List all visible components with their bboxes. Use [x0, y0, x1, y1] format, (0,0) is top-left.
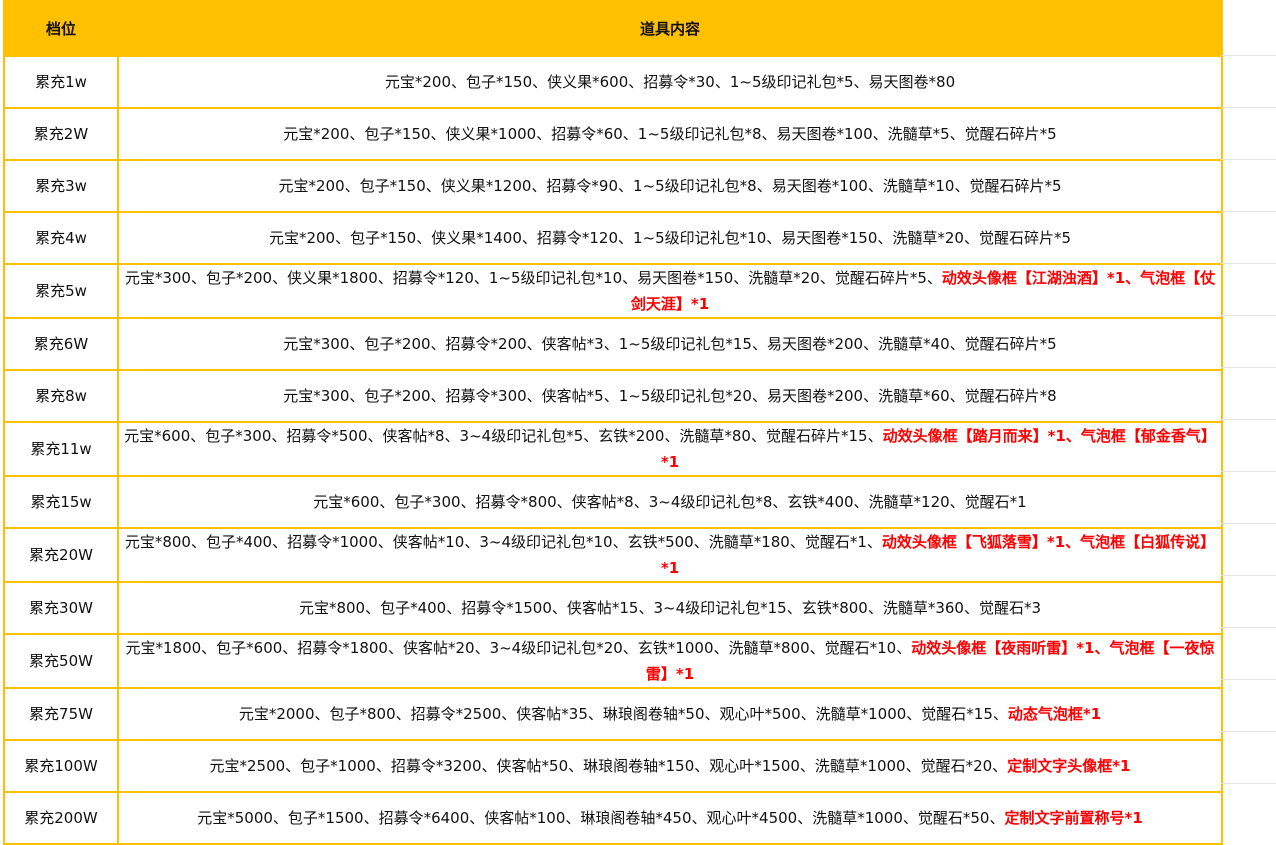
gridline: [1221, 211, 1276, 212]
table-row: 累充4w 元宝*200、包子*150、侠义果*1400、招募令*120、1~5级…: [3, 211, 1223, 265]
reward-table: 档位 道具内容 累充1w 元宝*200、包子*150、侠义果*600、招募令*3…: [3, 0, 1223, 845]
gridline: [1221, 679, 1276, 680]
gridline: [1221, 419, 1276, 420]
items-text: 元宝*800、包子*400、招募令*1500、侠客帖*15、3~4级印记礼包*1…: [298, 599, 1042, 617]
items-text: 元宝*800、包子*400、招募令*1000、侠客帖*10、3~4级印记礼包*1…: [124, 533, 882, 551]
items-text: 元宝*600、包子*300、招募令*500、侠客帖*8、3~4级印记礼包*5、玄…: [124, 427, 883, 445]
tier-cell: 累充15w: [3, 475, 119, 529]
gridline: [1221, 731, 1276, 732]
items-highlight: 动态气泡框*1: [1007, 705, 1102, 723]
items-cell: 元宝*200、包子*150、侠义果*1000、招募令*60、1~5级印记礼包*8…: [117, 107, 1223, 161]
items-cell: 元宝*300、包子*200、侠义果*1800、招募令*120、1~5级印记礼包*…: [117, 263, 1223, 319]
items-text: 元宝*600、包子*300、招募令*800、侠客帖*8、3~4级印记礼包*8、玄…: [313, 493, 1027, 511]
header-tier: 档位: [3, 0, 119, 57]
tier-cell: 累充20W: [3, 527, 119, 583]
gridline: [1221, 263, 1276, 264]
table-row: 累充30W 元宝*800、包子*400、招募令*1500、侠客帖*15、3~4级…: [3, 581, 1223, 635]
table-row: 累充5w 元宝*300、包子*200、侠义果*1800、招募令*120、1~5级…: [3, 263, 1223, 319]
items-text: 元宝*200、包子*150、侠义果*1200、招募令*90、1~5级印记礼包*8…: [278, 177, 1062, 195]
table-row: 累充8w 元宝*300、包子*200、招募令*300、侠客帖*5、1~5级印记礼…: [3, 369, 1223, 423]
items-highlight: 定制文字前置称号*1: [1004, 809, 1143, 827]
tier-cell: 累充8w: [3, 369, 119, 423]
gridline: [1221, 575, 1276, 576]
items-cell: 元宝*5000、包子*1500、招募令*6400、侠客帖*100、琳琅阁卷轴*4…: [117, 791, 1223, 845]
items-text: 元宝*300、包子*200、侠义果*1800、招募令*120、1~5级印记礼包*…: [124, 269, 942, 287]
gridline: [1221, 523, 1276, 524]
tier-cell: 累充75W: [3, 687, 119, 741]
items-text: 元宝*2000、包子*800、招募令*2500、侠客帖*35、琳琅阁卷轴*50、…: [238, 705, 1008, 723]
items-text: 元宝*200、包子*150、侠义果*600、招募令*30、1~5级印记礼包*5、…: [384, 73, 956, 91]
items-cell: 元宝*800、包子*400、招募令*1000、侠客帖*10、3~4级印记礼包*1…: [117, 527, 1223, 583]
tier-cell: 累充6W: [3, 317, 119, 371]
tier-cell: 累充50W: [3, 633, 119, 689]
items-cell: 元宝*2500、包子*1000、招募令*3200、侠客帖*50、琳琅阁卷轴*15…: [117, 739, 1223, 793]
items-cell: 元宝*600、包子*300、招募令*800、侠客帖*8、3~4级印记礼包*8、玄…: [117, 475, 1223, 529]
table-row: 累充1w 元宝*200、包子*150、侠义果*600、招募令*30、1~5级印记…: [3, 55, 1223, 109]
table-row: 累充75W 元宝*2000、包子*800、招募令*2500、侠客帖*35、琳琅阁…: [3, 687, 1223, 741]
header-row: 档位 道具内容: [3, 0, 1223, 57]
gridline: [1221, 783, 1276, 784]
tier-cell: 累充1w: [3, 55, 119, 109]
gridline: [1221, 315, 1276, 316]
table-row: 累充15w 元宝*600、包子*300、招募令*800、侠客帖*8、3~4级印记…: [3, 475, 1223, 529]
tier-cell: 累充5w: [3, 263, 119, 319]
items-cell: 元宝*2000、包子*800、招募令*2500、侠客帖*35、琳琅阁卷轴*50、…: [117, 687, 1223, 741]
tier-cell: 累充200W: [3, 791, 119, 845]
tier-cell: 累充100W: [3, 739, 119, 793]
items-cell: 元宝*800、包子*400、招募令*1500、侠客帖*15、3~4级印记礼包*1…: [117, 581, 1223, 635]
items-cell: 元宝*1800、包子*600、招募令*1800、侠客帖*20、3~4级印记礼包*…: [117, 633, 1223, 689]
items-text: 元宝*1800、包子*600、招募令*1800、侠客帖*20、3~4级印记礼包*…: [125, 639, 912, 657]
gridline: [1221, 159, 1276, 160]
gridline: [1221, 55, 1276, 56]
items-text: 元宝*5000、包子*1500、招募令*6400、侠客帖*100、琳琅阁卷轴*4…: [197, 809, 1005, 827]
items-text: 元宝*2500、包子*1000、招募令*3200、侠客帖*50、琳琅阁卷轴*15…: [209, 757, 1008, 775]
gridline: [1221, 627, 1276, 628]
gridline: [1221, 367, 1276, 368]
table-row: 累充20W 元宝*800、包子*400、招募令*1000、侠客帖*10、3~4级…: [3, 527, 1223, 583]
items-text: 元宝*300、包子*200、招募令*200、侠客帖*3、1~5级印记礼包*15、…: [283, 335, 1057, 353]
tier-cell: 累充4w: [3, 211, 119, 265]
tier-cell: 累充30W: [3, 581, 119, 635]
tier-cell: 累充3w: [3, 159, 119, 213]
items-cell: 元宝*300、包子*200、招募令*300、侠客帖*5、1~5级印记礼包*20、…: [117, 369, 1223, 423]
table-row: 累充100W 元宝*2500、包子*1000、招募令*3200、侠客帖*50、琳…: [3, 739, 1223, 793]
items-cell: 元宝*200、包子*150、侠义果*1200、招募令*90、1~5级印记礼包*8…: [117, 159, 1223, 213]
items-cell: 元宝*200、包子*150、侠义果*600、招募令*30、1~5级印记礼包*5、…: [117, 55, 1223, 109]
items-cell: 元宝*300、包子*200、招募令*200、侠客帖*3、1~5级印记礼包*15、…: [117, 317, 1223, 371]
items-highlight: 定制文字头像框*1: [1007, 757, 1131, 775]
table-row: 累充3w 元宝*200、包子*150、侠义果*1200、招募令*90、1~5级印…: [3, 159, 1223, 213]
tier-cell: 累充11w: [3, 421, 119, 477]
items-cell: 元宝*600、包子*300、招募令*500、侠客帖*8、3~4级印记礼包*5、玄…: [117, 421, 1223, 477]
items-text: 元宝*300、包子*200、招募令*300、侠客帖*5、1~5级印记礼包*20、…: [283, 387, 1057, 405]
sheet-gridlines: [1221, 0, 1276, 837]
gridline: [1221, 107, 1276, 108]
header-content: 道具内容: [117, 0, 1223, 57]
table-row: 累充2W 元宝*200、包子*150、侠义果*1000、招募令*60、1~5级印…: [3, 107, 1223, 161]
gridline: [1221, 471, 1276, 472]
table-row: 累充200W 元宝*5000、包子*1500、招募令*6400、侠客帖*100、…: [3, 791, 1223, 845]
table-row: 累充50W 元宝*1800、包子*600、招募令*1800、侠客帖*20、3~4…: [3, 633, 1223, 689]
table-row: 累充6W 元宝*300、包子*200、招募令*200、侠客帖*3、1~5级印记礼…: [3, 317, 1223, 371]
items-cell: 元宝*200、包子*150、侠义果*1400、招募令*120、1~5级印记礼包*…: [117, 211, 1223, 265]
table-row: 累充11w 元宝*600、包子*300、招募令*500、侠客帖*8、3~4级印记…: [3, 421, 1223, 477]
tier-cell: 累充2W: [3, 107, 119, 161]
items-text: 元宝*200、包子*150、侠义果*1000、招募令*60、1~5级印记礼包*8…: [283, 125, 1057, 143]
items-text: 元宝*200、包子*150、侠义果*1400、招募令*120、1~5级印记礼包*…: [268, 229, 1072, 247]
